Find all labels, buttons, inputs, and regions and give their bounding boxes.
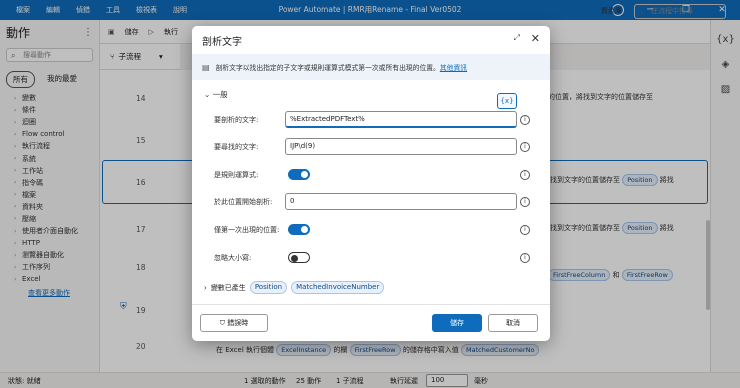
variables-produced: › 變數已產生 Position MatchedInvoiceNumber [204, 281, 385, 294]
more-info-link[interactable]: 其他資訊 [440, 64, 467, 72]
field-is-regex: 是規則運算式: i [192, 165, 550, 185]
insert-variable-button[interactable]: {x} [497, 93, 517, 109]
field-text-to-find: 要尋找的文字: IJP\d(9) i [192, 137, 550, 157]
shield-icon: ⛉ [219, 319, 225, 327]
info-icon[interactable]: i [520, 170, 530, 180]
on-error-button[interactable]: ⛉ 錯誤時 [200, 314, 268, 332]
info-icon[interactable]: i [520, 142, 530, 152]
dialog-description: 剖析文字以找出指定的子文字或規則運算式模式第一次或所有出現的位置。 [215, 64, 440, 72]
dialog-title: 剖析文字 [202, 36, 242, 48]
variable-chip-matched-invoice[interactable]: MatchedInvoiceNumber [291, 281, 385, 294]
info-icon[interactable]: i [520, 197, 530, 207]
parse-text-icon: ▤ [202, 62, 210, 72]
is-regex-toggle[interactable] [288, 169, 310, 180]
start-position-input[interactable]: 0 [285, 193, 517, 210]
save-button[interactable]: 儲存 [432, 314, 482, 332]
field-ignore-case: 忽略大小寫: i [192, 248, 550, 268]
general-section-header[interactable]: ⌄ 一般 [204, 89, 228, 100]
expand-icon[interactable]: ⤢ [514, 33, 520, 43]
info-banner: ▤ 剖析文字以找出指定的子文字或規則運算式模式第一次或所有出現的位置。其他資訊 [192, 54, 550, 80]
ignore-case-toggle[interactable] [288, 252, 310, 263]
dialog-footer: ⛉ 錯誤時 儲存 取消 [192, 304, 550, 341]
parse-text-dialog: 剖析文字 ⤢ ✕ ▤ 剖析文字以找出指定的子文字或規則運算式模式第一次或所有出現… [192, 26, 550, 341]
chevron-down-icon: ⌄ [204, 90, 211, 99]
variables-produced-label: 變數已產生 [210, 283, 246, 292]
chevron-right-icon[interactable]: › [204, 284, 207, 292]
info-icon[interactable]: i [520, 225, 530, 235]
field-start-position: 於此位置開始剖析: 0 i [192, 192, 550, 212]
text-to-parse-input[interactable]: %ExtractedPDFText% [285, 111, 517, 128]
close-icon[interactable]: ✕ [531, 32, 540, 45]
first-occurrence-toggle[interactable] [288, 224, 310, 235]
field-first-occurrence: 僅第一次出現的位置: i [192, 220, 550, 240]
info-icon[interactable]: i [520, 253, 530, 263]
field-text-to-parse: 要剖析的文字: %ExtractedPDFText% i [192, 110, 550, 130]
variable-chip-position[interactable]: Position [249, 281, 288, 294]
cancel-button[interactable]: 取消 [488, 314, 538, 332]
info-icon[interactable]: i [520, 115, 530, 125]
text-to-find-input[interactable]: IJP\d(9) [285, 138, 517, 155]
